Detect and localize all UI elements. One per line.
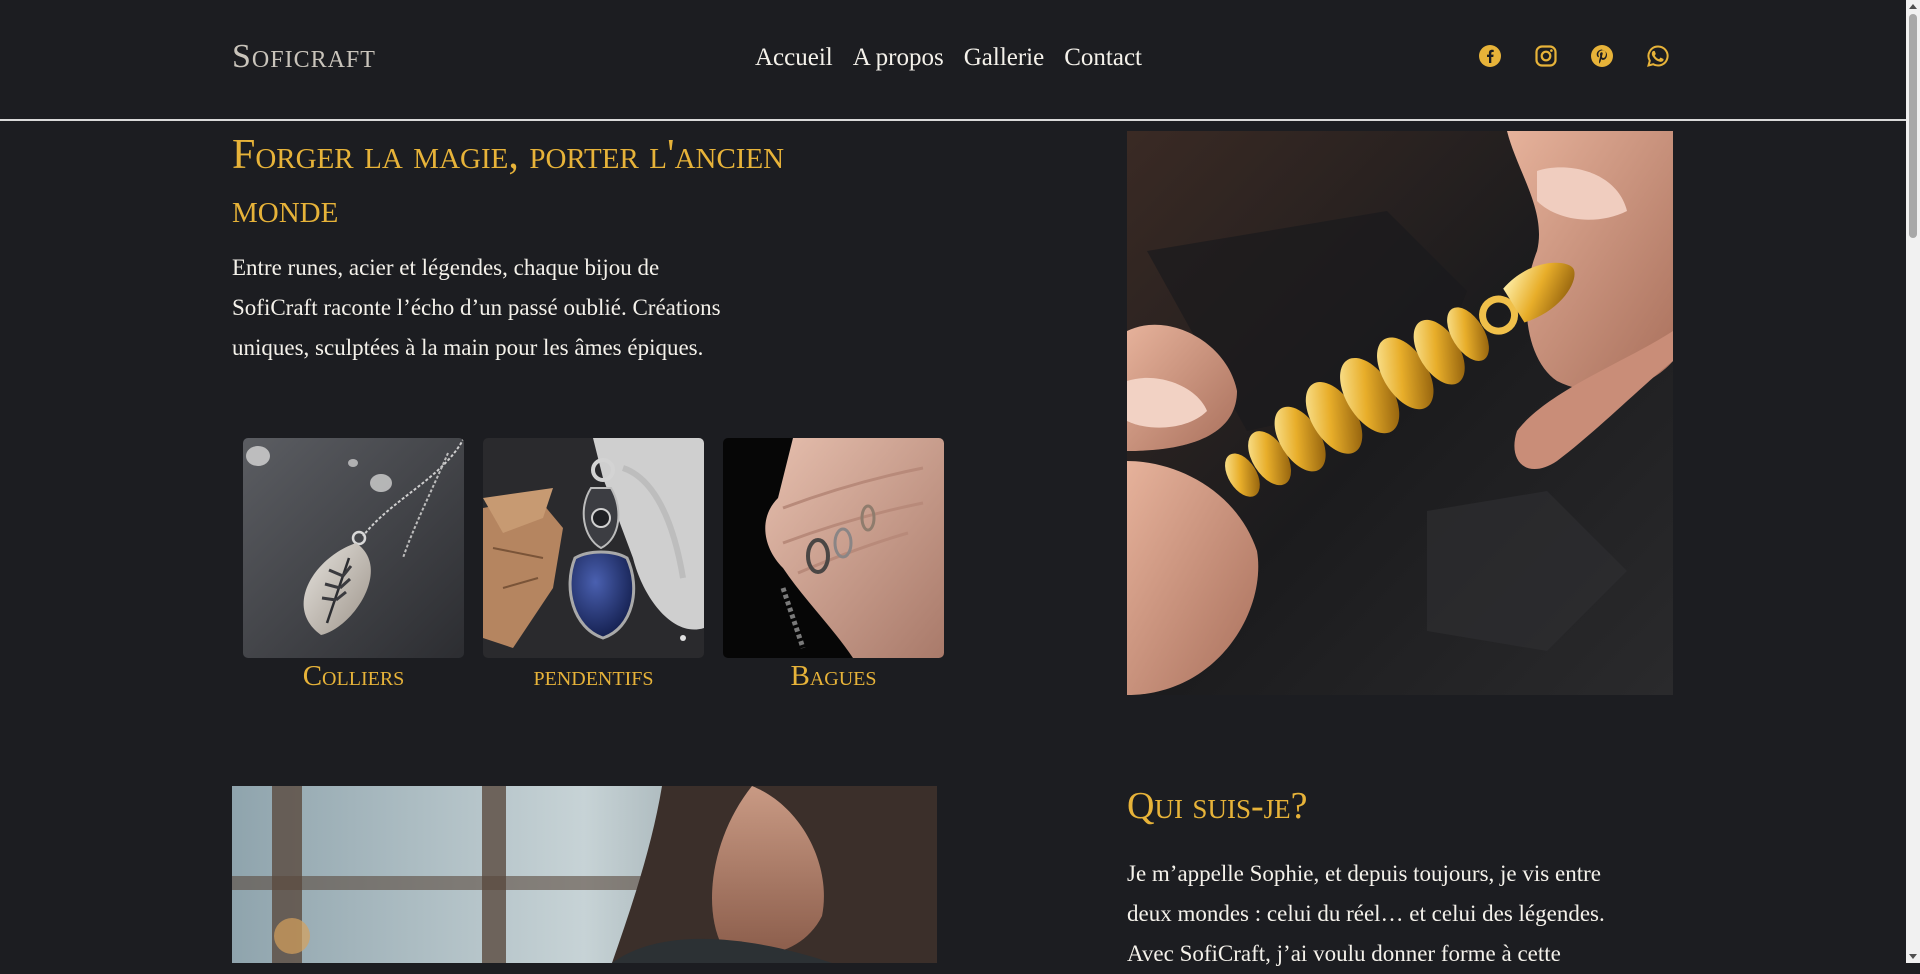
category-bagues[interactable]: Bagues bbox=[723, 438, 944, 694]
instagram-icon[interactable] bbox=[1534, 44, 1558, 68]
about-title: Qui suis-je? bbox=[1127, 785, 1308, 827]
pendentifs-image[interactable] bbox=[483, 438, 704, 658]
site-header: Soficraft Accueil A propos Gallerie Cont… bbox=[0, 0, 1906, 121]
colliers-image[interactable] bbox=[243, 438, 464, 658]
category-pendentifs[interactable]: pendentifs bbox=[483, 438, 704, 694]
scroll-thumb[interactable] bbox=[1909, 14, 1917, 238]
hero-title: Forger la magie, porter l'ancien monde bbox=[232, 132, 785, 232]
category-label-bagues[interactable]: Bagues bbox=[723, 658, 944, 694]
page-scrollbar[interactable] bbox=[1906, 0, 1920, 963]
whatsapp-icon[interactable] bbox=[1646, 44, 1670, 68]
category-label-pendentifs[interactable]: pendentifs bbox=[483, 658, 704, 694]
category-colliers[interactable]: Colliers bbox=[243, 438, 464, 694]
nav-accueil[interactable]: Accueil bbox=[755, 44, 833, 72]
category-label-colliers[interactable]: Colliers bbox=[243, 658, 464, 694]
bagues-image[interactable] bbox=[723, 438, 944, 658]
hero-text: Entre runes, acier et légendes, chaque b… bbox=[232, 255, 721, 360]
hero-image bbox=[1127, 131, 1673, 695]
pinterest-icon[interactable] bbox=[1590, 44, 1614, 68]
about-text: Je m’appelle Sophie, et depuis toujours,… bbox=[1127, 861, 1605, 966]
nav-contact[interactable]: Contact bbox=[1064, 44, 1142, 72]
social-links bbox=[1478, 44, 1670, 68]
scroll-up-arrow-icon[interactable] bbox=[1909, 4, 1917, 9]
main-nav: Accueil A propos Gallerie Contact bbox=[755, 44, 1142, 72]
scroll-down-arrow-icon[interactable] bbox=[1909, 954, 1917, 959]
facebook-icon[interactable] bbox=[1478, 44, 1502, 68]
nav-gallerie[interactable]: Gallerie bbox=[964, 44, 1045, 72]
site-logo[interactable]: Soficraft bbox=[232, 38, 376, 76]
about-image bbox=[232, 786, 937, 963]
nav-a-propos[interactable]: A propos bbox=[853, 44, 944, 72]
